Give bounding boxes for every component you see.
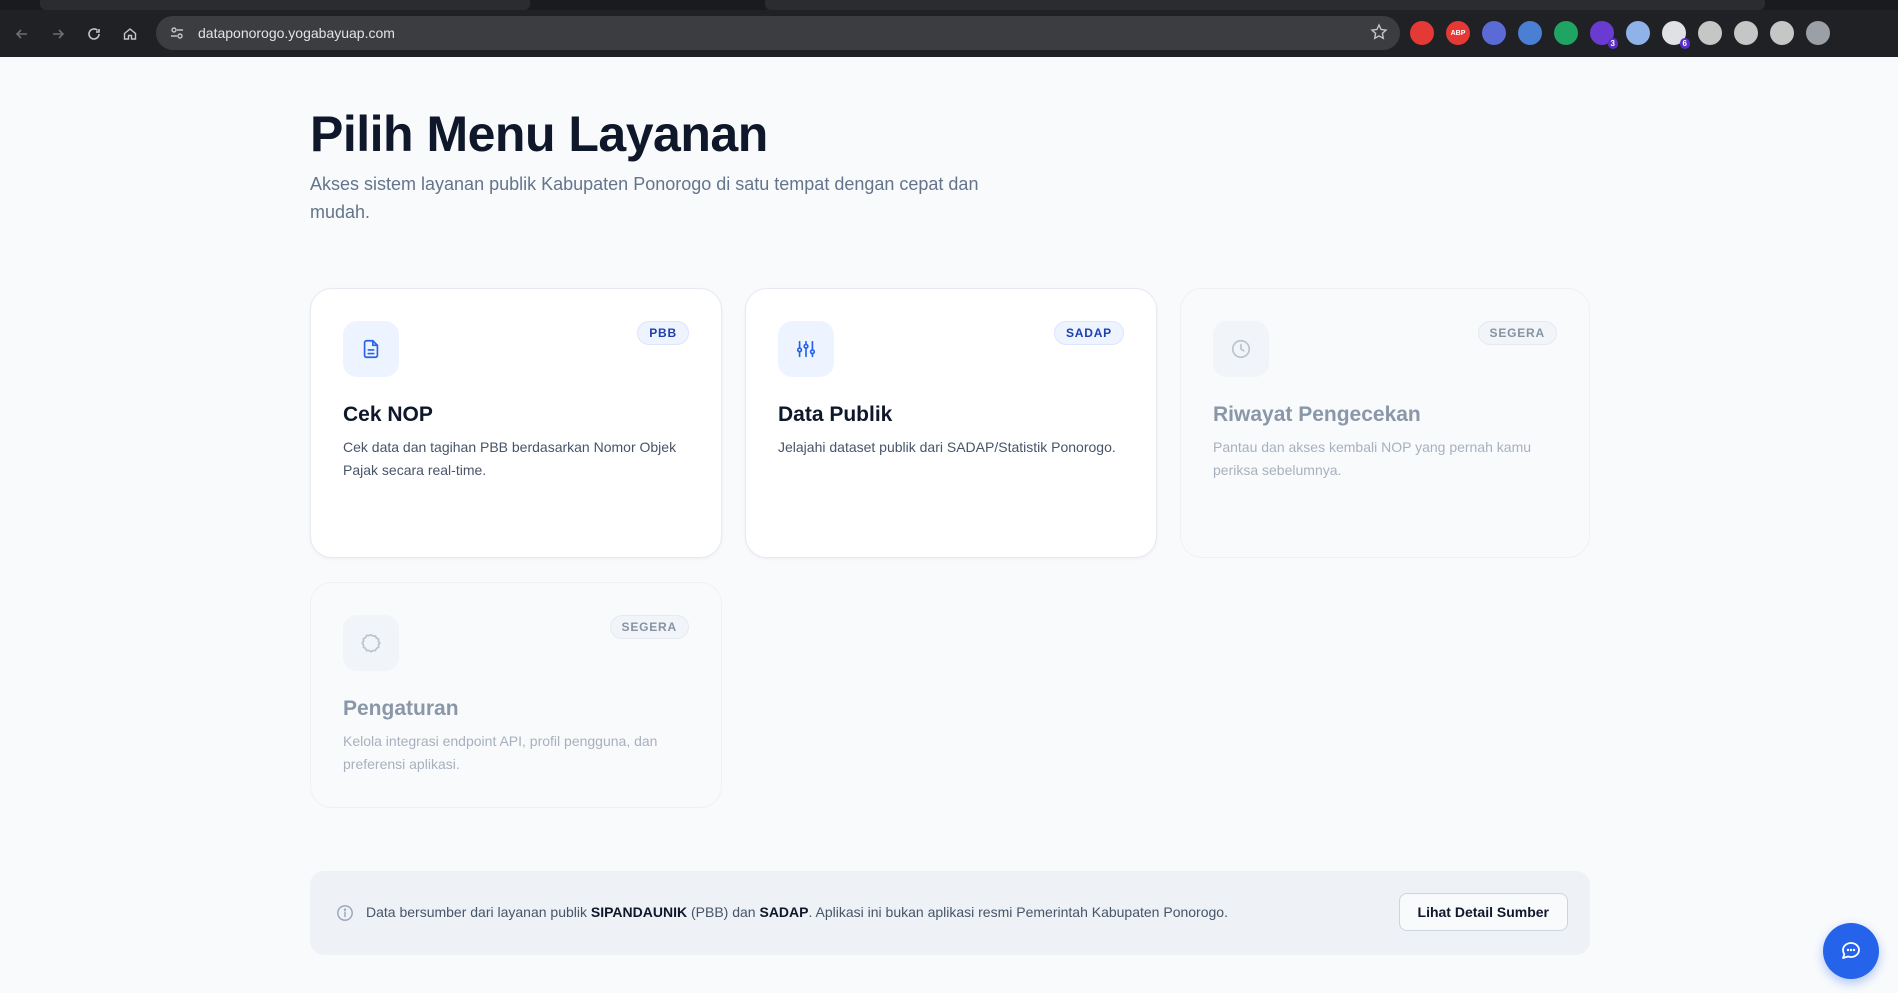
source-note-text: Data bersumber dari layanan publik SIPAN… — [366, 904, 1228, 920]
card-data-publik[interactable]: SADAP Data Publik Jelajahi dataset publi… — [745, 288, 1157, 558]
view-source-details-button[interactable]: Lihat Detail Sumber — [1398, 893, 1568, 931]
badge-segera: SEGERA — [1477, 321, 1557, 345]
card-pengaturan: SEGERA Pengaturan Kelola integrasi endpo… — [310, 582, 722, 808]
browser-chrome: dataponorogo.yogabayuap.com ABP 3 6 — [0, 0, 1898, 57]
clock-icon — [1213, 321, 1269, 377]
note-suffix: . Aplikasi ini bukan aplikasi resmi Peme… — [808, 904, 1228, 920]
card-title: Pengaturan — [343, 697, 459, 720]
diamond-extension-icon[interactable] — [1482, 21, 1506, 45]
card-cek-nop[interactable]: PBB Cek NOP Cek data dan tagihan PBB ber… — [310, 288, 722, 558]
url-text[interactable]: dataponorogo.yogabayuap.com — [198, 25, 395, 41]
back-button[interactable] — [4, 16, 40, 52]
card-title: Data Publik — [778, 403, 893, 426]
home-extension-icon[interactable]: 6 — [1662, 21, 1690, 49]
screen-extension-icon[interactable] — [1626, 21, 1650, 45]
tab-strip — [0, 0, 1898, 10]
forward-button[interactable] — [40, 16, 76, 52]
badge-segera: SEGERA — [609, 615, 689, 639]
browser-toolbar: dataponorogo.yogabayuap.com ABP 3 6 — [0, 10, 1898, 57]
card-description: Kelola integrasi endpoint API, profil pe… — [343, 733, 658, 772]
bookmark-star-icon[interactable] — [1370, 23, 1388, 46]
abp-extension-icon[interactable]: ABP — [1446, 21, 1470, 45]
find-extension-icon[interactable] — [1734, 21, 1758, 45]
reload-button[interactable] — [76, 16, 112, 52]
playlist-extension-icon[interactable] — [1770, 21, 1794, 45]
arrow-right-icon — [53, 28, 65, 39]
card-description: Jelajahi dataset publik dari SADAP/Stati… — [778, 439, 1116, 455]
card-title: Riwayat Pengecekan — [1213, 403, 1421, 426]
source-sadap: SADAP — [759, 904, 809, 920]
source-note-bar: Data bersumber dari layanan publik SIPAN… — [310, 871, 1590, 955]
badge-sadap: SADAP — [1053, 321, 1124, 345]
extension-badge: 6 — [1679, 38, 1690, 49]
chat-bubble-icon — [1842, 942, 1860, 959]
reload-icon — [88, 27, 100, 40]
extension-badge: 3 — [1607, 38, 1618, 49]
address-bar[interactable]: dataponorogo.yogabayuap.com — [156, 16, 1400, 50]
puzzle-extension-icon[interactable] — [1698, 21, 1722, 45]
extension-tray: ABP 3 6 — [1410, 18, 1830, 49]
badge-pbb: PBB — [637, 321, 689, 345]
note-middle: (PBB) dan — [687, 904, 760, 920]
bookmark-extension-icon[interactable] — [1518, 21, 1542, 45]
site-info-icon[interactable] — [162, 18, 192, 48]
document-icon — [343, 321, 399, 377]
profile-avatar-icon[interactable] — [1806, 21, 1830, 45]
card-description: Pantau dan akses kembali NOP yang pernah… — [1213, 439, 1532, 478]
sliders-icon — [778, 321, 834, 377]
source-sipandaunik: SIPANDAUNIK — [590, 904, 688, 920]
purple-extension-icon[interactable]: 3 — [1590, 21, 1618, 49]
info-icon — [336, 904, 354, 927]
card-riwayat-pengecekan: SEGERA Riwayat Pengecekan Pantau dan aks… — [1180, 288, 1590, 558]
browser-tab[interactable] — [40, 0, 530, 10]
extension-label: ABP — [1450, 29, 1466, 37]
card-description: Cek data dan tagihan PBB berdasarkan Nom… — [343, 439, 677, 478]
page-title: Pilih Menu Layanan — [310, 106, 768, 162]
page-subtitle: Akses sistem layanan publik Kabupaten Po… — [310, 174, 979, 222]
gear-icon — [343, 615, 399, 671]
chat-button[interactable] — [1823, 923, 1879, 979]
eye-extension-icon[interactable] — [1554, 21, 1578, 45]
card-title: Cek NOP — [343, 403, 433, 426]
red-shield-extension-icon[interactable] — [1410, 21, 1434, 45]
main-page: Pilih Menu Layanan Akses sistem layanan … — [0, 57, 1898, 993]
browser-tab[interactable] — [765, 0, 1765, 10]
arrow-left-icon — [15, 28, 27, 39]
note-prefix: Data bersumber dari layanan publik — [366, 904, 591, 920]
home-icon — [123, 27, 137, 40]
home-button[interactable] — [112, 16, 148, 52]
